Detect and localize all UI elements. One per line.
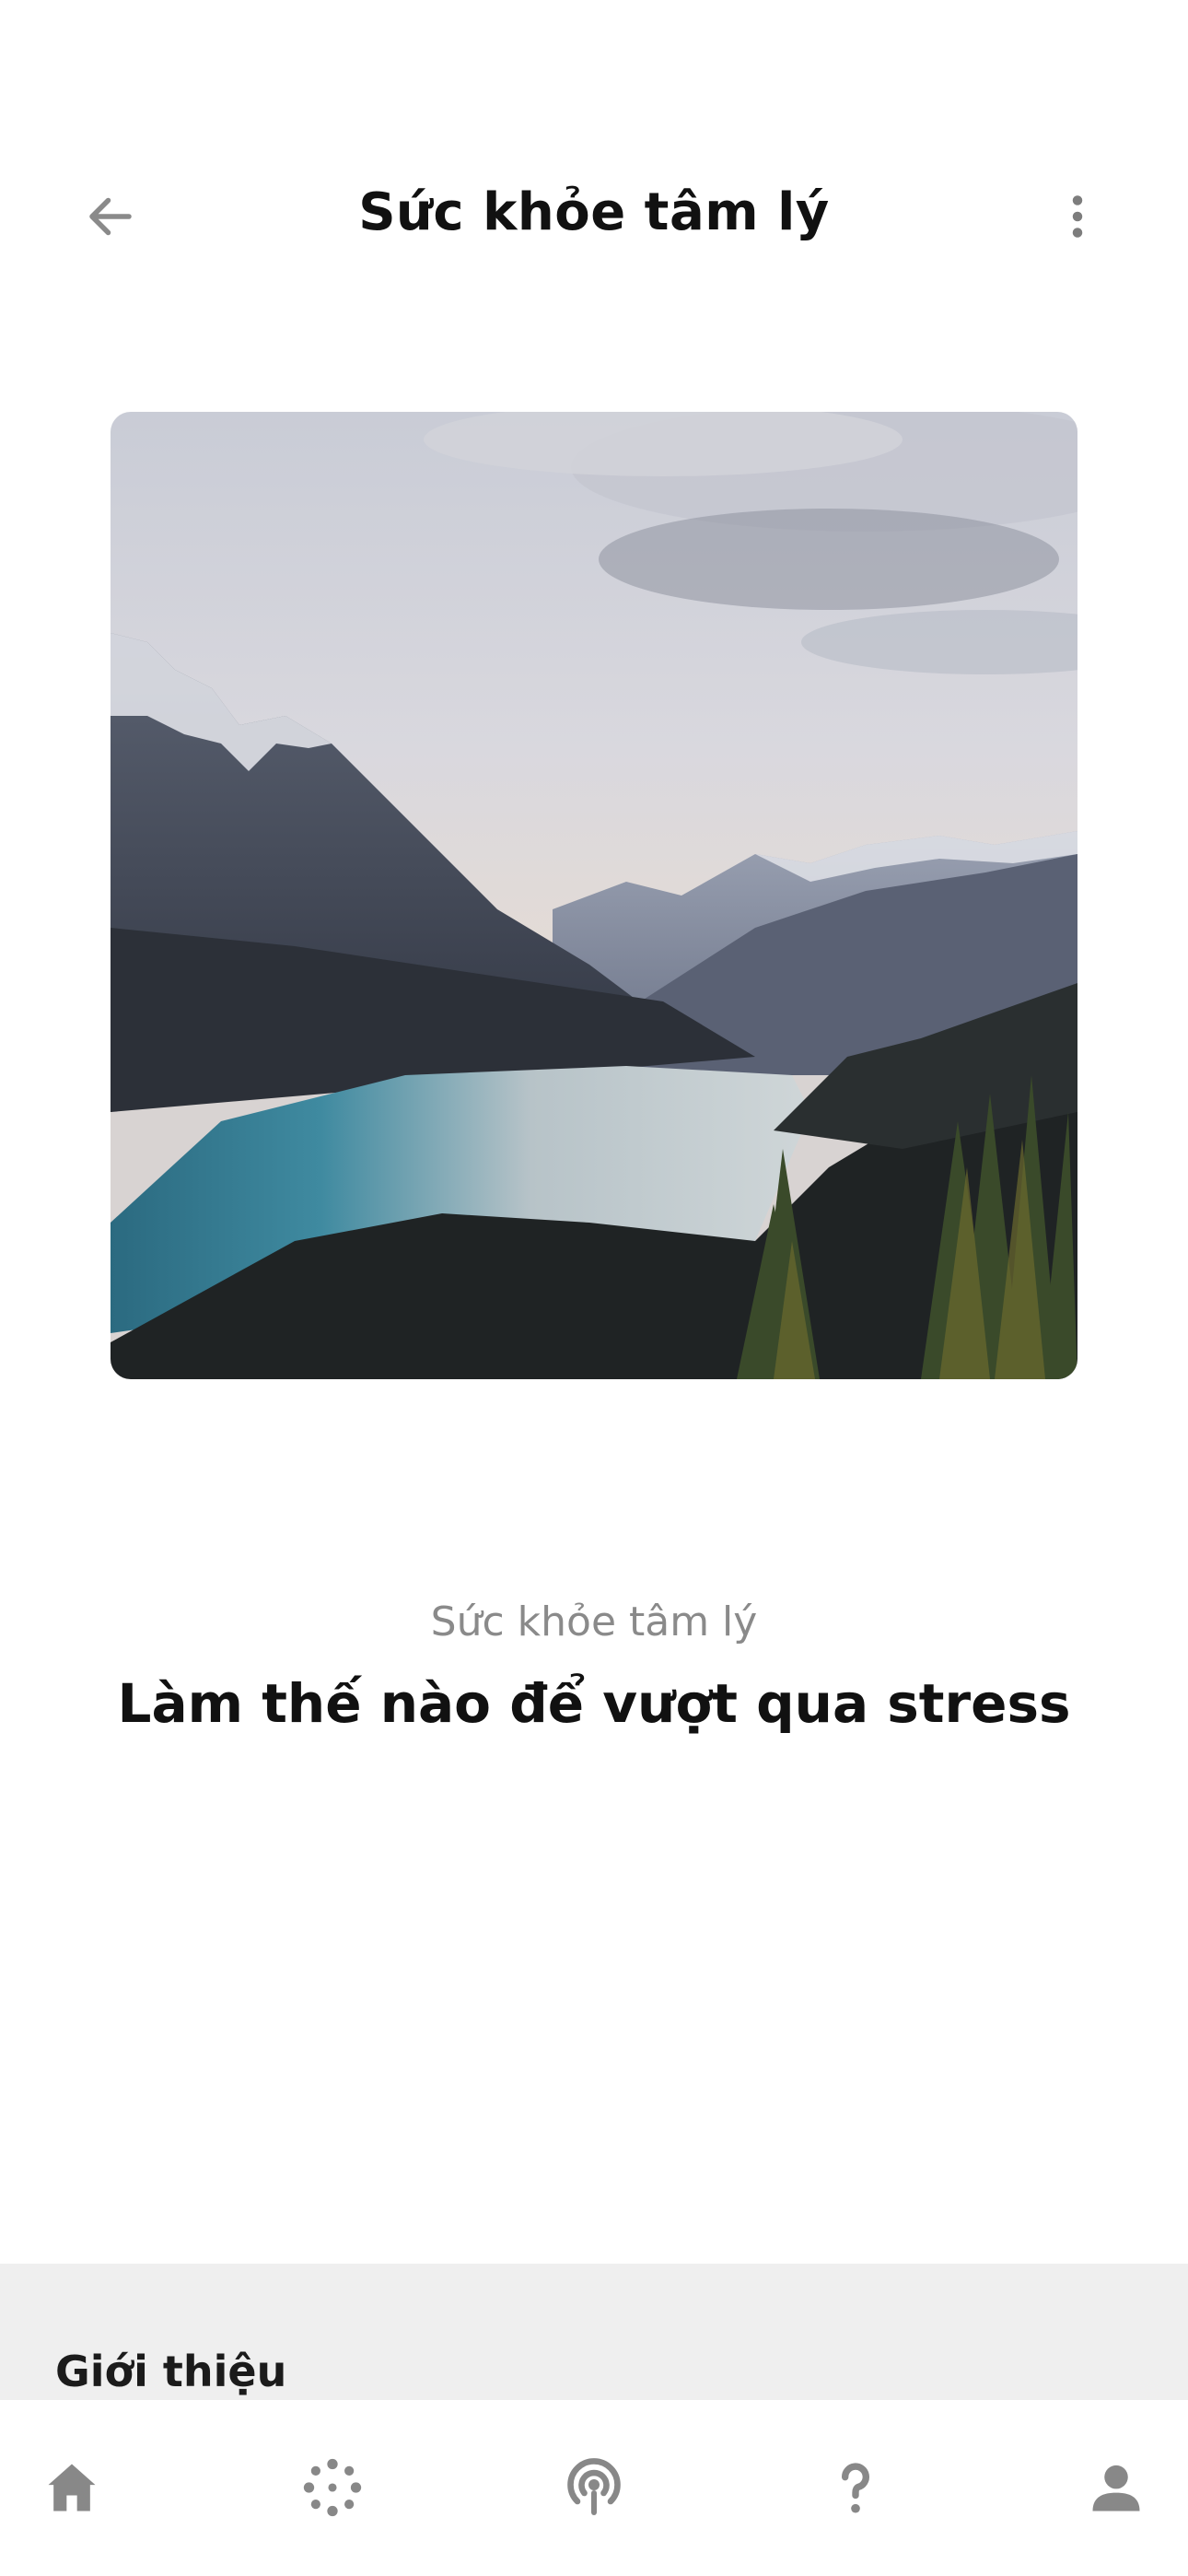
nav-podcast[interactable]: [543, 2437, 645, 2538]
sparkle-icon: [303, 2458, 362, 2517]
nav-home[interactable]: [21, 2437, 122, 2538]
screen: Sức khỏe tâm lý Sức khỏe tâm lý Làm thế …: [0, 0, 1188, 2576]
nav-profile[interactable]: [1066, 2437, 1167, 2538]
article-title: Làm thế nào để vượt qua stress: [117, 1672, 1071, 1735]
bottom-nav: [0, 2400, 1188, 2576]
home-icon: [48, 2464, 96, 2512]
more-options-button[interactable]: [1041, 180, 1114, 253]
page-title: Sức khỏe tâm lý: [358, 182, 830, 242]
intro-section: Giới thiệu: [0, 2264, 1188, 2402]
profile-icon: [1092, 2465, 1140, 2512]
nav-help[interactable]: [805, 2437, 906, 2538]
help-icon: [841, 2463, 869, 2513]
header: Sức khỏe tâm lý: [0, 157, 1188, 276]
intro-heading: Giới thiệu: [55, 2347, 287, 2396]
arrow-left-icon: [89, 197, 132, 236]
more-vertical-icon: [1072, 195, 1083, 238]
hero-image: [111, 412, 1077, 1379]
nav-explore[interactable]: [282, 2437, 383, 2538]
podcast-icon: [567, 2458, 621, 2515]
article-category: Sức khỏe tâm lý: [430, 1598, 758, 1645]
back-button[interactable]: [74, 180, 147, 253]
